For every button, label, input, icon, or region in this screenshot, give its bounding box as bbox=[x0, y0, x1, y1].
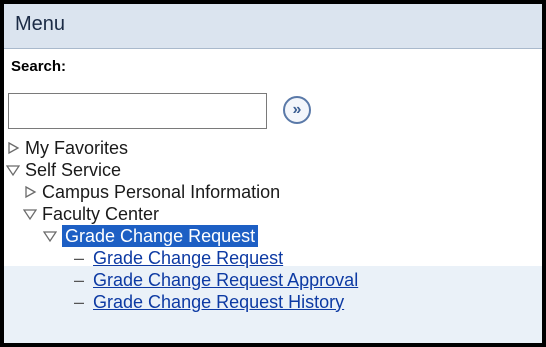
collapsed-triangle-icon bbox=[25, 185, 37, 199]
tree-link-grade-change-request[interactable]: – Grade Change Request bbox=[74, 247, 283, 269]
menu-panel: Menu Search: » My Favorites Self Service… bbox=[0, 0, 546, 347]
expanded-triangle-icon bbox=[23, 209, 37, 221]
tree-item-campus-personal-information[interactable]: Campus Personal Information bbox=[23, 181, 280, 203]
tree-link-grade-change-request-history[interactable]: – Grade Change Request History bbox=[74, 291, 344, 313]
tree-link-grade-change-request-approval[interactable]: – Grade Change Request Approval bbox=[74, 269, 358, 291]
collapsed-triangle-icon bbox=[8, 141, 20, 155]
menu-title: Menu bbox=[15, 13, 66, 35]
link-grade-change-request[interactable]: Grade Change Request bbox=[93, 248, 283, 269]
link-grade-change-request-approval[interactable]: Grade Change Request Approval bbox=[93, 270, 358, 291]
search-label: Search: bbox=[11, 58, 67, 75]
search-input[interactable] bbox=[8, 93, 267, 129]
expanded-triangle-icon bbox=[6, 165, 20, 177]
tree-item-grade-change-request-folder[interactable]: Grade Change Request bbox=[43, 225, 259, 247]
tree-item-my-favorites[interactable]: My Favorites bbox=[6, 137, 128, 159]
tree-item-label: Faculty Center bbox=[42, 203, 160, 224]
link-grade-change-request-history[interactable]: Grade Change Request History bbox=[93, 292, 344, 313]
tree-dash: – bbox=[74, 269, 85, 290]
menu-header: Menu bbox=[4, 4, 542, 49]
double-chevron-right-icon: » bbox=[292, 101, 302, 118]
tree-dash: – bbox=[74, 247, 85, 268]
expanded-triangle-icon bbox=[43, 231, 57, 243]
tree-item-label-selected: Grade Change Request bbox=[62, 225, 259, 247]
search-go-button[interactable]: » bbox=[283, 96, 311, 124]
tree-item-self-service[interactable]: Self Service bbox=[6, 159, 121, 181]
tree-item-label: Campus Personal Information bbox=[42, 181, 281, 202]
tree-item-faculty-center[interactable]: Faculty Center bbox=[23, 203, 159, 225]
tree-item-label: My Favorites bbox=[25, 137, 129, 158]
tree-item-label: Self Service bbox=[25, 159, 122, 180]
tree-dash: – bbox=[74, 291, 85, 312]
